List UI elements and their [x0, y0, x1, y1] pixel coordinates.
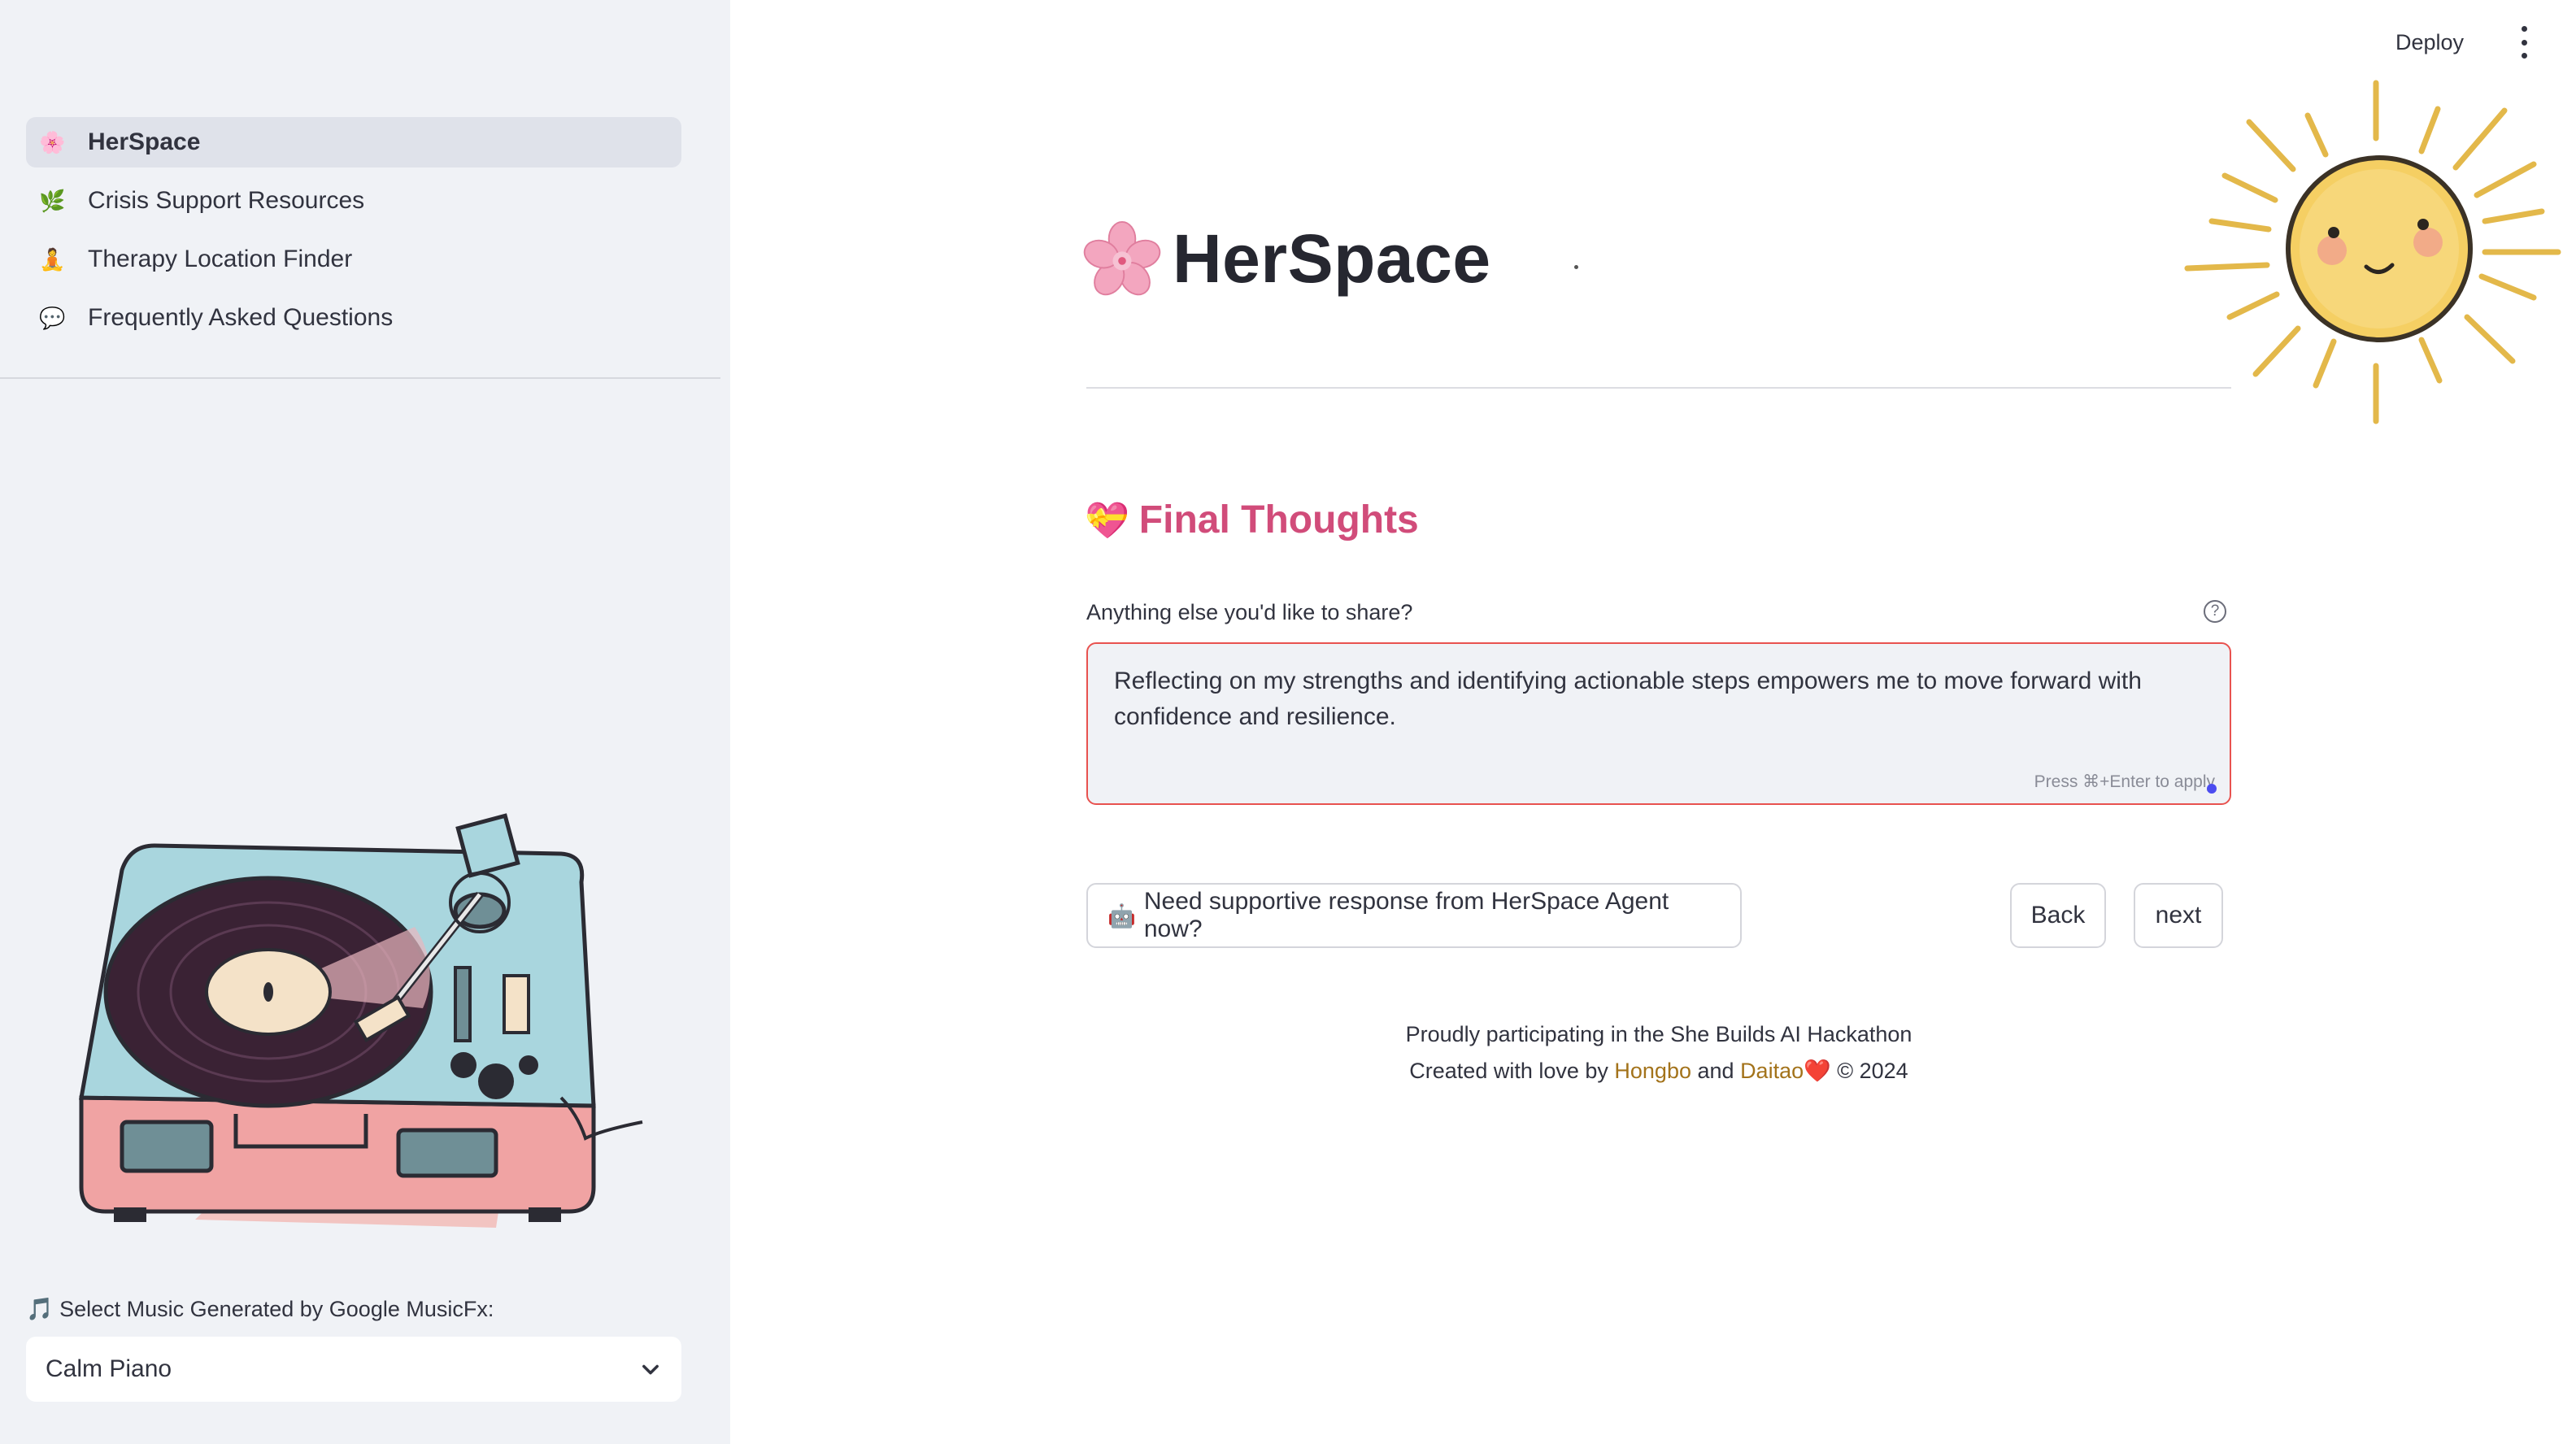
textarea-hint: Press ⌘+Enter to apply — [2034, 772, 2215, 791]
music-select-value: Calm Piano — [46, 1355, 172, 1382]
music-select-label: 🎵 Select Music Generated by Google Music… — [26, 1297, 494, 1321]
back-button[interactable]: Back — [2010, 883, 2106, 948]
sidebar-item-label: Crisis Support Resources — [88, 187, 365, 214]
heart-ribbon-icon: 💝 — [1085, 500, 1129, 541]
resize-handle-icon[interactable] — [2207, 784, 2217, 794]
sidebar: 🌸 HerSpace 🌿 Crisis Support Resources 🧘 … — [0, 0, 730, 1444]
title-divider — [1086, 387, 2231, 389]
decorative-dot — [1574, 265, 1578, 269]
herb-icon: 🌿 — [39, 188, 66, 213]
deploy-button[interactable]: Deploy — [2395, 24, 2464, 60]
final-thoughts-textarea[interactable]: Reflecting on my strengths and identifyi… — [1086, 642, 2231, 805]
sidebar-item-label: Frequently Asked Questions — [88, 304, 394, 331]
textarea-value: Reflecting on my strengths and identifyi… — [1114, 668, 2142, 730]
sidebar-item-therapy-finder[interactable]: 🧘 Therapy Location Finder — [26, 234, 681, 285]
music-select-dropdown[interactable]: Calm Piano — [26, 1337, 681, 1402]
sun-illustration — [2184, 80, 2561, 424]
cherry-blossom-icon — [1083, 220, 1161, 295]
sidebar-item-label: HerSpace — [88, 128, 201, 155]
footer-credits-line: Created with love by Hongbo and Daitao❤️… — [1086, 1053, 2231, 1090]
author-link-daitao[interactable]: Daitao — [1740, 1059, 1804, 1083]
meditation-icon: 🧘 — [39, 246, 66, 272]
footer: Proudly participating in the She Builds … — [1086, 1016, 2231, 1090]
more-menu-icon[interactable] — [2514, 26, 2534, 59]
sidebar-item-label: Therapy Location Finder — [88, 246, 353, 272]
agent-response-button[interactable]: 🤖 Need supportive response from HerSpace… — [1086, 883, 1742, 948]
textarea-label: Anything else you'd like to share? — [1086, 600, 1413, 624]
turntable-illustration — [79, 813, 643, 1228]
footer-and: and — [1691, 1059, 1741, 1083]
agent-response-button-label: Need supportive response from HerSpace A… — [1143, 888, 1669, 942]
sidebar-divider — [0, 377, 720, 379]
section-title-text: Final Thoughts — [1138, 498, 1419, 542]
footer-hackathon-line: Proudly participating in the She Builds … — [1405, 1022, 1912, 1046]
page-title-row: HerSpace — [1083, 220, 1491, 298]
section-title: 💝 Final Thoughts — [1085, 498, 1419, 542]
cherry-blossom-icon: 🌸 — [39, 129, 66, 154]
footer-credits-prefix: Created with love by — [1409, 1059, 1615, 1083]
next-button[interactable]: next — [2134, 883, 2223, 948]
chevron-down-icon — [642, 1364, 659, 1375]
author-link-hongbo[interactable]: Hongbo — [1614, 1059, 1691, 1083]
speech-bubble-icon: 💬 — [39, 305, 66, 330]
robot-icon: 🤖 — [1107, 902, 1136, 929]
footer-copyright: © 2024 — [1830, 1059, 1908, 1083]
sidebar-item-faq[interactable]: 💬 Frequently Asked Questions — [26, 293, 681, 343]
sidebar-nav: 🌸 HerSpace 🌿 Crisis Support Resources 🧘 … — [26, 117, 681, 351]
red-heart-icon: ❤️ — [1804, 1059, 1831, 1083]
sidebar-item-crisis-support[interactable]: 🌿 Crisis Support Resources — [26, 176, 681, 226]
page-title: HerSpace — [1173, 220, 1491, 297]
help-icon[interactable]: ? — [2204, 600, 2226, 623]
sidebar-item-herspace[interactable]: 🌸 HerSpace — [26, 117, 681, 167]
